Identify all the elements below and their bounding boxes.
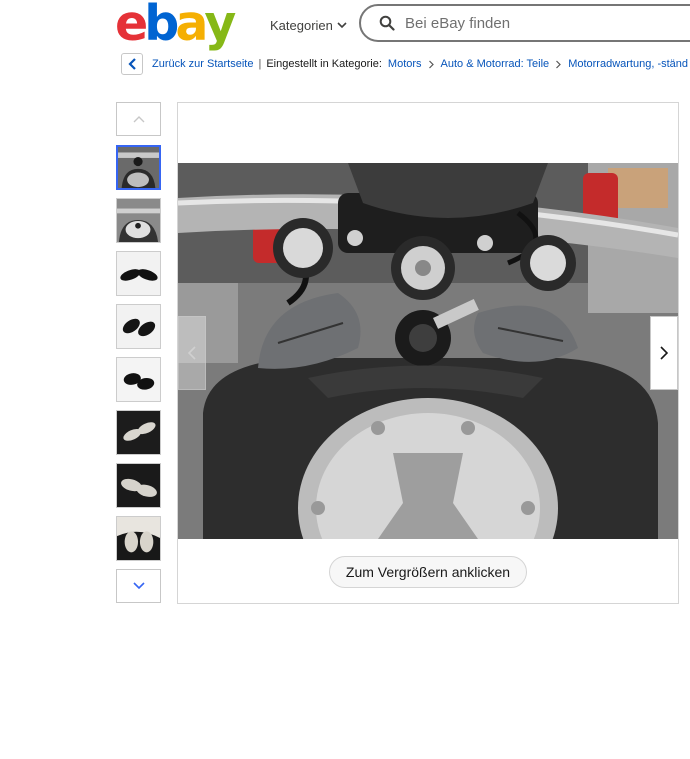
- thumbnail-3[interactable]: [116, 251, 161, 296]
- thumbnail-scroll-up-button[interactable]: [116, 102, 161, 136]
- category-prefix-label: Eingestellt in Kategorie:: [266, 58, 382, 70]
- back-button[interactable]: [121, 53, 143, 75]
- chevron-up-icon: [133, 116, 144, 123]
- thumbnail-image: [117, 411, 160, 454]
- thumbnail-strip: [116, 102, 161, 604]
- logo-letter-b: b: [144, 0, 179, 52]
- logo-letter-a: a: [175, 0, 208, 52]
- thumbnail-2[interactable]: [116, 198, 161, 243]
- main-product-image[interactable]: [178, 163, 678, 539]
- categories-button[interactable]: Kategorien: [270, 14, 347, 36]
- search-input[interactable]: [403, 13, 687, 33]
- thumbnail-5[interactable]: [116, 357, 161, 402]
- search-bar[interactable]: [359, 4, 690, 42]
- thumbnail-image: [117, 358, 160, 401]
- ebay-logo[interactable]: ebay: [115, 0, 236, 52]
- chevron-down-icon: [337, 21, 347, 28]
- logo-letter-y: y: [204, 0, 236, 52]
- chevron-left-icon: [188, 346, 196, 360]
- thumbnail-image: [117, 517, 160, 560]
- search-icon: [379, 15, 395, 31]
- click-to-enlarge-button[interactable]: Zum Vergrößern anklicken: [329, 556, 527, 588]
- image-viewer: Zum Vergrößern anklicken: [177, 102, 679, 604]
- thumbnail-scroll-down-button[interactable]: [116, 569, 161, 603]
- breadcrumb-item-maintenance[interactable]: Motorradwartung, -ständ: [568, 58, 688, 70]
- product-photo: [178, 163, 678, 539]
- thumbnail-image: [117, 199, 160, 242]
- thumbnail-7[interactable]: [116, 463, 161, 508]
- breadcrumb-separator: |: [258, 58, 262, 70]
- previous-image-button[interactable]: [178, 316, 206, 390]
- chevron-right-icon: [556, 60, 562, 68]
- thumbnail-image: [118, 147, 159, 188]
- back-to-home-link[interactable]: Zurück zur Startseite: [152, 58, 253, 70]
- logo-letter-e: e: [115, 0, 148, 52]
- next-image-button[interactable]: [650, 316, 678, 390]
- thumbnail-8[interactable]: [116, 516, 161, 561]
- breadcrumb: Zurück zur Startseite | Eingestellt in K…: [121, 52, 688, 76]
- categories-label: Kategorien: [270, 17, 333, 33]
- breadcrumb-item-parts[interactable]: Auto & Motorrad: Teile: [441, 58, 550, 70]
- thumbnail-6[interactable]: [116, 410, 161, 455]
- thumbnail-image: [117, 252, 160, 295]
- chevron-down-icon: [132, 582, 145, 590]
- breadcrumb-item-motors[interactable]: Motors: [388, 58, 422, 70]
- chevron-right-icon: [660, 346, 668, 360]
- thumbnail-1[interactable]: [116, 145, 161, 190]
- thumbnail-image: [117, 464, 160, 507]
- chevron-left-icon: [127, 58, 136, 70]
- thumbnail-4[interactable]: [116, 304, 161, 349]
- chevron-right-icon: [428, 60, 434, 68]
- thumbnail-image: [117, 305, 160, 348]
